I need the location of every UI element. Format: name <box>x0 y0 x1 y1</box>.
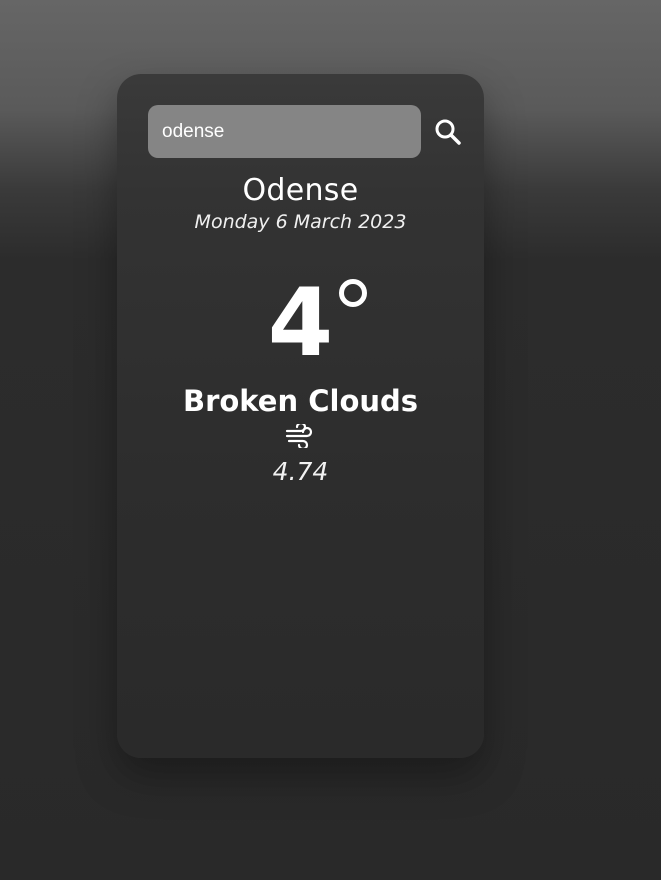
search-icon <box>435 119 461 145</box>
current-date: Monday 6 March 2023 <box>194 211 407 233</box>
city-name: Odense <box>242 173 359 208</box>
wind-icon <box>285 424 313 448</box>
search-button[interactable] <box>433 114 469 150</box>
weather-condition: Broken Clouds <box>182 384 419 418</box>
search-input[interactable] <box>148 105 421 158</box>
degree-symbol <box>339 279 368 307</box>
wind-speed: 4.74 <box>272 457 329 486</box>
temperature-display: 4 <box>117 269 484 379</box>
weather-card: Odense Monday 6 March 2023 4 Broken Clou… <box>117 74 484 758</box>
temperature-value: 4 <box>267 269 334 378</box>
temperature-block: 4 <box>267 269 368 379</box>
search-bar <box>148 105 468 158</box>
